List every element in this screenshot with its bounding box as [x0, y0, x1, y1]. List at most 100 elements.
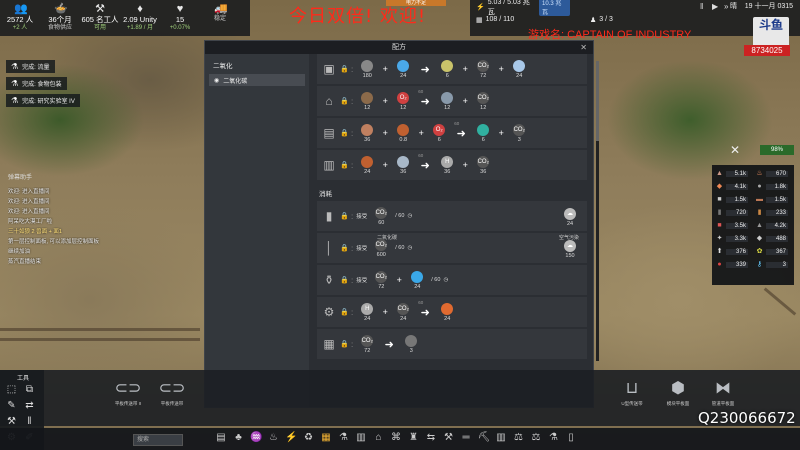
stat-population[interactable]: 👥 2572 人 +2 人 [0, 0, 40, 36]
resource[interactable]: CO₂ 72 [356, 334, 378, 354]
recipe-row[interactable]: │ 🔒: 二氧化碳 接受 CO₂ 600/ 60 ◷ 空气污染 ☁ 150 [317, 233, 587, 263]
stat-health[interactable]: ♥ 15 +0.07% [160, 0, 200, 36]
residential-icon[interactable]: ⌂ [373, 432, 385, 443]
resource-cell[interactable]: ▲ 5.1k [715, 168, 751, 179]
resource[interactable]: 180 [356, 59, 378, 79]
lab-icon[interactable]: ⚖ [513, 432, 525, 443]
recipe-row[interactable]: ▣ 🔒: 180 +24 ➜ 6 + CO₂ 72 +24 [317, 54, 587, 84]
resource[interactable]: O₂ 12 [392, 91, 414, 111]
pause-building-icon[interactable]: ‖ [24, 416, 35, 427]
rail-icon[interactable]: ═ [460, 432, 472, 443]
resource[interactable]: CO₂ 24 [392, 302, 414, 322]
resource-cell[interactable]: ⬆ 376 [715, 246, 751, 257]
bank-icon[interactable]: ⌘ [390, 432, 402, 443]
fire-icon[interactable]: ♨ [268, 432, 280, 443]
resource[interactable]: CO₂ 12 [472, 91, 494, 111]
resource[interactable]: H 24 [356, 302, 378, 322]
flask-icon[interactable]: ⚗ [548, 432, 560, 443]
demolish-icon[interactable]: ⚒ [6, 416, 17, 427]
resource[interactable]: 24 [436, 302, 458, 322]
resource[interactable]: CO₂ 60 [370, 206, 392, 226]
monument-icon[interactable]: ♜ [408, 432, 420, 443]
resource[interactable]: H 36 [436, 155, 458, 175]
resource-cell[interactable]: ♨ 670 [755, 168, 791, 179]
workers-ratio[interactable]: ♟ 3 / 3 [590, 13, 613, 26]
pipette-icon[interactable]: ✎ [6, 400, 17, 411]
resource[interactable]: 12 [356, 91, 378, 111]
vehicle-icon[interactable]: ⚒ [443, 432, 455, 443]
resource[interactable]: 24 [356, 155, 378, 175]
transport-icon[interactable]: ⇆ [425, 432, 437, 443]
resource[interactable]: CO₂ 600 [370, 238, 392, 258]
resource[interactable]: O₂ 6 [428, 123, 450, 143]
search-input[interactable]: 搜索 [133, 434, 183, 446]
production-icon[interactable]: ▤ [215, 432, 227, 443]
resource[interactable]: 0.8 [392, 123, 414, 143]
select-icon[interactable]: ⬚ [6, 384, 17, 395]
resource[interactable]: CO₂ 72 [370, 270, 392, 290]
resource[interactable]: CO₂ 72 [472, 59, 494, 79]
recipe-row[interactable]: ⚱ 🔒: 接受 CO₂ 72 +24/ 60 ◷ [317, 265, 587, 295]
pollution-output[interactable]: ☁ 150 [559, 240, 581, 259]
recipe-row[interactable]: ▥ 🔒:24 +36 ➜ 60 H 36 + CO₂ 36 [317, 150, 587, 180]
recipe-row[interactable]: ⌂ 🔒:12 + O₂ 12 ➜ 60 12 + CO₂ 12 [317, 86, 587, 116]
resource-cell[interactable]: ✿ 367 [755, 246, 791, 257]
sidebar-item-co2[interactable]: ◉ 二氧化碳 [209, 74, 305, 86]
stat-vehicles[interactable]: 🚚 稳定 [200, 0, 240, 36]
resource-cell[interactable]: ◆ 4.1k [715, 181, 751, 192]
recipe-row[interactable]: ▤ 🔒:36 +0.8 + O₂ 6 ➜ 60 6 + CO₂ 3 [317, 118, 587, 148]
tools-icon[interactable]: ✕ [730, 143, 740, 157]
resource[interactable]: 24 [508, 59, 530, 79]
copy-icon[interactable]: ⧉ [24, 384, 35, 395]
resource-cell[interactable]: ▮ 720 [715, 207, 751, 218]
resource[interactable]: 6 [436, 59, 458, 79]
recipe-row[interactable]: ▦ 🔒: CO₂ 72 ➜ 3 [317, 329, 587, 359]
storage-icon[interactable]: ▦ [320, 432, 332, 443]
recipe-list[interactable]: ▣ 🔒:180 +24 ➜ 6 + CO₂ 72 +24 ⌂ 🔒:12 + O₂ 12 ➜ 60 12 + CO₂ 1… [317, 54, 587, 407]
waste-icon[interactable]: ♻ [303, 432, 315, 443]
resource-cell[interactable]: ◆ 488 [755, 233, 791, 244]
education-icon[interactable]: ▥ [495, 432, 507, 443]
quest-item[interactable]: ⚗ 完成: 流量 [6, 60, 55, 73]
resource-cell[interactable]: ▲ 4.2k [755, 220, 791, 231]
recipe-row[interactable]: ▮ 🔒: 接受 CO₂ 60/ 60 ◷ ☁ 24 [317, 201, 587, 231]
resource-cell[interactable]: ■ 1.5k [715, 194, 751, 205]
resource-cell[interactable]: ⚷ 3 [755, 259, 791, 270]
quest-item[interactable]: ⚗ 完成: 食物包装 [6, 77, 67, 90]
resource[interactable]: 36 [392, 155, 414, 175]
build-item[interactable]: ⊂⊃ 平板传送带 [152, 377, 192, 417]
build-item[interactable]: ⊔ U型传送带 [612, 377, 652, 417]
mining-icon[interactable]: ⛏ [478, 432, 491, 443]
power-row[interactable]: ⚡ 5.03 / 5.03 兆瓦 10.3 兆瓦 [476, 0, 570, 16]
scale-icon[interactable]: ⚖ [530, 432, 542, 443]
resource-cell[interactable]: ● 339 [715, 259, 751, 270]
transfer-icon[interactable]: ⇄ [24, 400, 35, 411]
liquids-icon[interactable]: ♒ [250, 432, 262, 443]
scrollbar-thumb[interactable] [596, 61, 599, 141]
resource-cell[interactable]: ● 1.8k [755, 181, 791, 192]
farm-icon[interactable]: ♣ [233, 432, 245, 443]
resource-cell[interactable]: ▮ 233 [755, 207, 791, 218]
resource[interactable]: CO₂ 36 [472, 155, 494, 175]
resource[interactable]: 3 [400, 334, 422, 354]
build-item[interactable]: ⬢ 模块平板面 [658, 377, 698, 417]
recipe-row[interactable]: ⚙ 🔒: H 24 + CO₂ 24 ➜ 60 24 [317, 297, 587, 327]
chart-icon[interactable]: ▯ [565, 432, 577, 443]
resource[interactable]: 36 [356, 123, 378, 143]
quest-item[interactable]: ⚗ 完成: 研究实验室 IV [6, 94, 80, 107]
stat-workers[interactable]: ⚒ 605 名工人 可用 [80, 0, 120, 36]
fast-forward-icon[interactable]: » [724, 2, 728, 11]
scrollbar[interactable] [596, 61, 599, 361]
stat-unity[interactable]: ♦ 2.09 Unity +1.89 / 月 [120, 0, 160, 36]
stat-food[interactable]: 🍲 36个月 食物供应 [40, 0, 80, 36]
resource-cell[interactable]: ■ 3.5k [715, 220, 751, 231]
resource[interactable]: 24 [392, 59, 414, 79]
power-icon[interactable]: ⚡ [285, 432, 297, 443]
play-icon[interactable]: ▶ [712, 2, 718, 11]
resource[interactable]: CO₂ 3 [508, 123, 530, 143]
research-icon[interactable]: ⚗ [338, 432, 350, 443]
close-icon[interactable]: ✕ [580, 43, 587, 52]
factory-icon[interactable]: ▥ [355, 432, 367, 443]
pause-icon[interactable]: ‖ [700, 2, 703, 11]
resource-cell[interactable]: ▬ 1.5k [755, 194, 791, 205]
